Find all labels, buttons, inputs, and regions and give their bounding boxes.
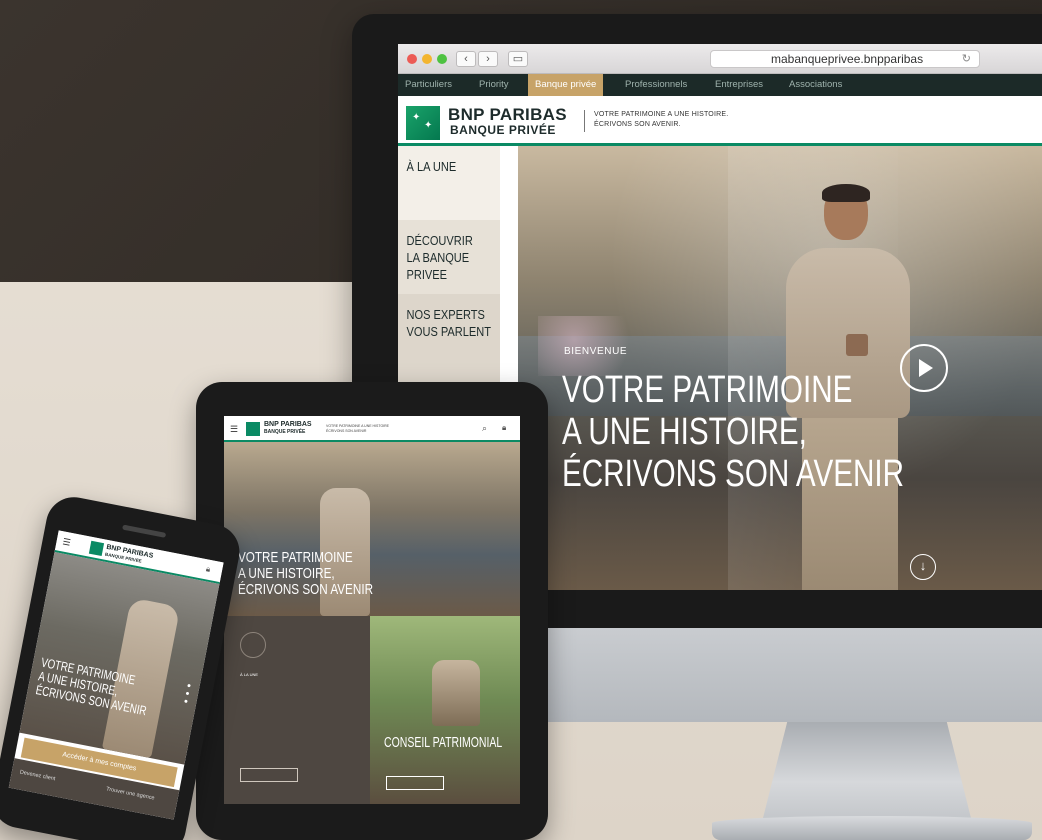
monitor-stand-base xyxy=(712,816,1032,840)
sidebar-icon: ▭ xyxy=(512,53,524,65)
phone-find-agency-link[interactable]: Trouver une agence xyxy=(106,786,155,801)
sidebar-toggle-button[interactable]: ▭ xyxy=(508,51,528,67)
book-icon xyxy=(240,632,266,658)
nav-item-priority[interactable]: Priority xyxy=(472,74,516,96)
tablet-section-title: À LA UNE xyxy=(240,672,259,677)
browser-toolbar: ‹ › ▭ mabanqueprivee.bnpparibas ↻ xyxy=(398,44,1042,74)
tablet-conseil-panel: CONSEIL PATRIMONIAL xyxy=(370,616,520,804)
window-zoom-button[interactable] xyxy=(437,54,447,64)
tablet-tagline-2: ÉCRIVONS SON AVENIR xyxy=(326,429,367,433)
chevron-left-icon: ‹ xyxy=(464,53,468,65)
back-button[interactable]: ‹ xyxy=(456,51,476,67)
tablet-tagline: VOTRE PATRIMOINE A UNE HISTOIRE ÉCRIVONS… xyxy=(326,424,389,434)
play-icon xyxy=(919,359,933,377)
carousel-dots[interactable] xyxy=(183,683,191,708)
hero-title-line-1: VOTRE PATRIMOINE xyxy=(562,369,853,411)
side-menu-item-experts[interactable]: NOS EXPERTS VOUS PARLENT xyxy=(398,294,500,382)
tablet-conseil-title: CONSEIL PATRIMONIAL xyxy=(384,734,503,751)
tablet-hero-line-2: A UNE HISTOIRE, xyxy=(238,565,335,582)
brand-tagline-1: VOTRE PATRIMOINE A UNE HISTOIRE. xyxy=(594,111,729,118)
tablet-header: ☰ BNP PARIBAS BANQUE PRIVÉE VOTRE PATRIM… xyxy=(224,416,520,442)
brand-name: BNP PARIBAS xyxy=(448,105,567,124)
window-minimize-button[interactable] xyxy=(422,54,432,64)
tablet-screen: ☰ BNP PARIBAS BANQUE PRIVÉE VOTRE PATRIM… xyxy=(224,416,520,804)
hero-kicker: BIENVENUE xyxy=(564,346,628,357)
nav-item-entreprises[interactable]: Entreprises xyxy=(708,74,770,96)
lock-icon[interactable]: 🔒︎ xyxy=(205,564,211,575)
hero-title-line-2: A UNE HISTOIRE, xyxy=(562,411,807,453)
bnp-logo-icon[interactable] xyxy=(88,540,105,557)
brand-subtitle: BANQUE PRIVÉE xyxy=(450,123,556,137)
nav-item-banque-privee[interactable]: Banque privée xyxy=(528,74,604,96)
arrow-down-icon: ↓ xyxy=(919,558,927,573)
tablet-hero-line-1: VOTRE PATRIMOINE xyxy=(238,549,353,566)
menu-icon[interactable]: ☰ xyxy=(62,536,72,548)
phone-speaker xyxy=(122,524,167,538)
hero-banner: BIENVENUE VOTRE PATRIMOINE A UNE HISTOIR… xyxy=(518,146,1042,590)
hero-title-line-3: ÉCRIVONS SON AVENIR xyxy=(562,453,905,495)
url-bar[interactable]: mabanqueprivee.bnpparibas ↻ xyxy=(710,50,980,68)
search-icon[interactable]: ⌕ xyxy=(482,423,487,434)
tablet-hero-line-3: ÉCRIVONS SON AVENIR xyxy=(238,581,374,598)
reload-icon[interactable]: ↻ xyxy=(962,51,971,67)
scroll-down-button[interactable]: ↓ xyxy=(910,554,936,580)
brand-header: ✦ ✦ BNP PARIBAS BANQUE PRIVÉE VOTRE PATRI… xyxy=(398,96,1042,146)
url-text: mabanqueprivee.bnpparibas xyxy=(771,52,924,66)
tablet-hero: VOTRE PATRIMOINE A UNE HISTOIRE, ÉCRIVON… xyxy=(224,442,520,616)
lock-icon[interactable]: 🔒︎ xyxy=(502,423,506,433)
tablet-couple-image xyxy=(432,660,480,726)
side-menu-item-decouvrir[interactable]: DÉCOUVRIR LA BANQUE PRIVEE xyxy=(398,220,500,294)
phone-become-client-link[interactable]: Devenez client xyxy=(19,769,56,782)
brand-tagline-2: ÉCRIVONS SON AVENIR. xyxy=(594,121,681,128)
nav-item-professionnels[interactable]: Professionnels xyxy=(618,74,694,96)
side-menu: À LA UNE DÉCOUVRIR LA BANQUE PRIVEE NOS … xyxy=(398,146,518,382)
brand-divider xyxy=(584,110,585,132)
bnp-logo-icon[interactable]: ✦ ✦ xyxy=(406,106,440,140)
site-nav: Particuliers Priority Banque privée Prof… xyxy=(398,74,1042,96)
chevron-right-icon: › xyxy=(486,53,490,65)
tablet-conseil-button[interactable] xyxy=(386,776,444,790)
tablet-brand-subtitle: BANQUE PRIVÉE xyxy=(264,429,306,435)
tablet-news-button[interactable] xyxy=(240,768,298,782)
play-video-button[interactable] xyxy=(900,344,948,392)
forward-button[interactable]: › xyxy=(478,51,498,67)
tablet-news-panel: À LA UNE xyxy=(224,616,370,804)
window-close-button[interactable] xyxy=(407,54,417,64)
phone-hero: VOTRE PATRIMOINE A UNE HISTOIRE, ÉCRIVON… xyxy=(19,551,220,765)
side-menu-item-a-la-une[interactable]: À LA UNE xyxy=(398,146,500,220)
nav-item-associations[interactable]: Associations xyxy=(782,74,849,96)
tablet-brand-name: BNP PARIBAS xyxy=(264,421,312,428)
monitor-stand xyxy=(762,722,972,822)
nav-item-particuliers[interactable]: Particuliers xyxy=(398,74,459,96)
phone-screen: ☰ BNP PARIBAS BANQUE PRIVÉE 🔒︎ VOTRE PAT… xyxy=(8,530,224,820)
bnp-logo-icon[interactable] xyxy=(246,422,260,436)
menu-icon[interactable]: ☰ xyxy=(230,424,238,435)
